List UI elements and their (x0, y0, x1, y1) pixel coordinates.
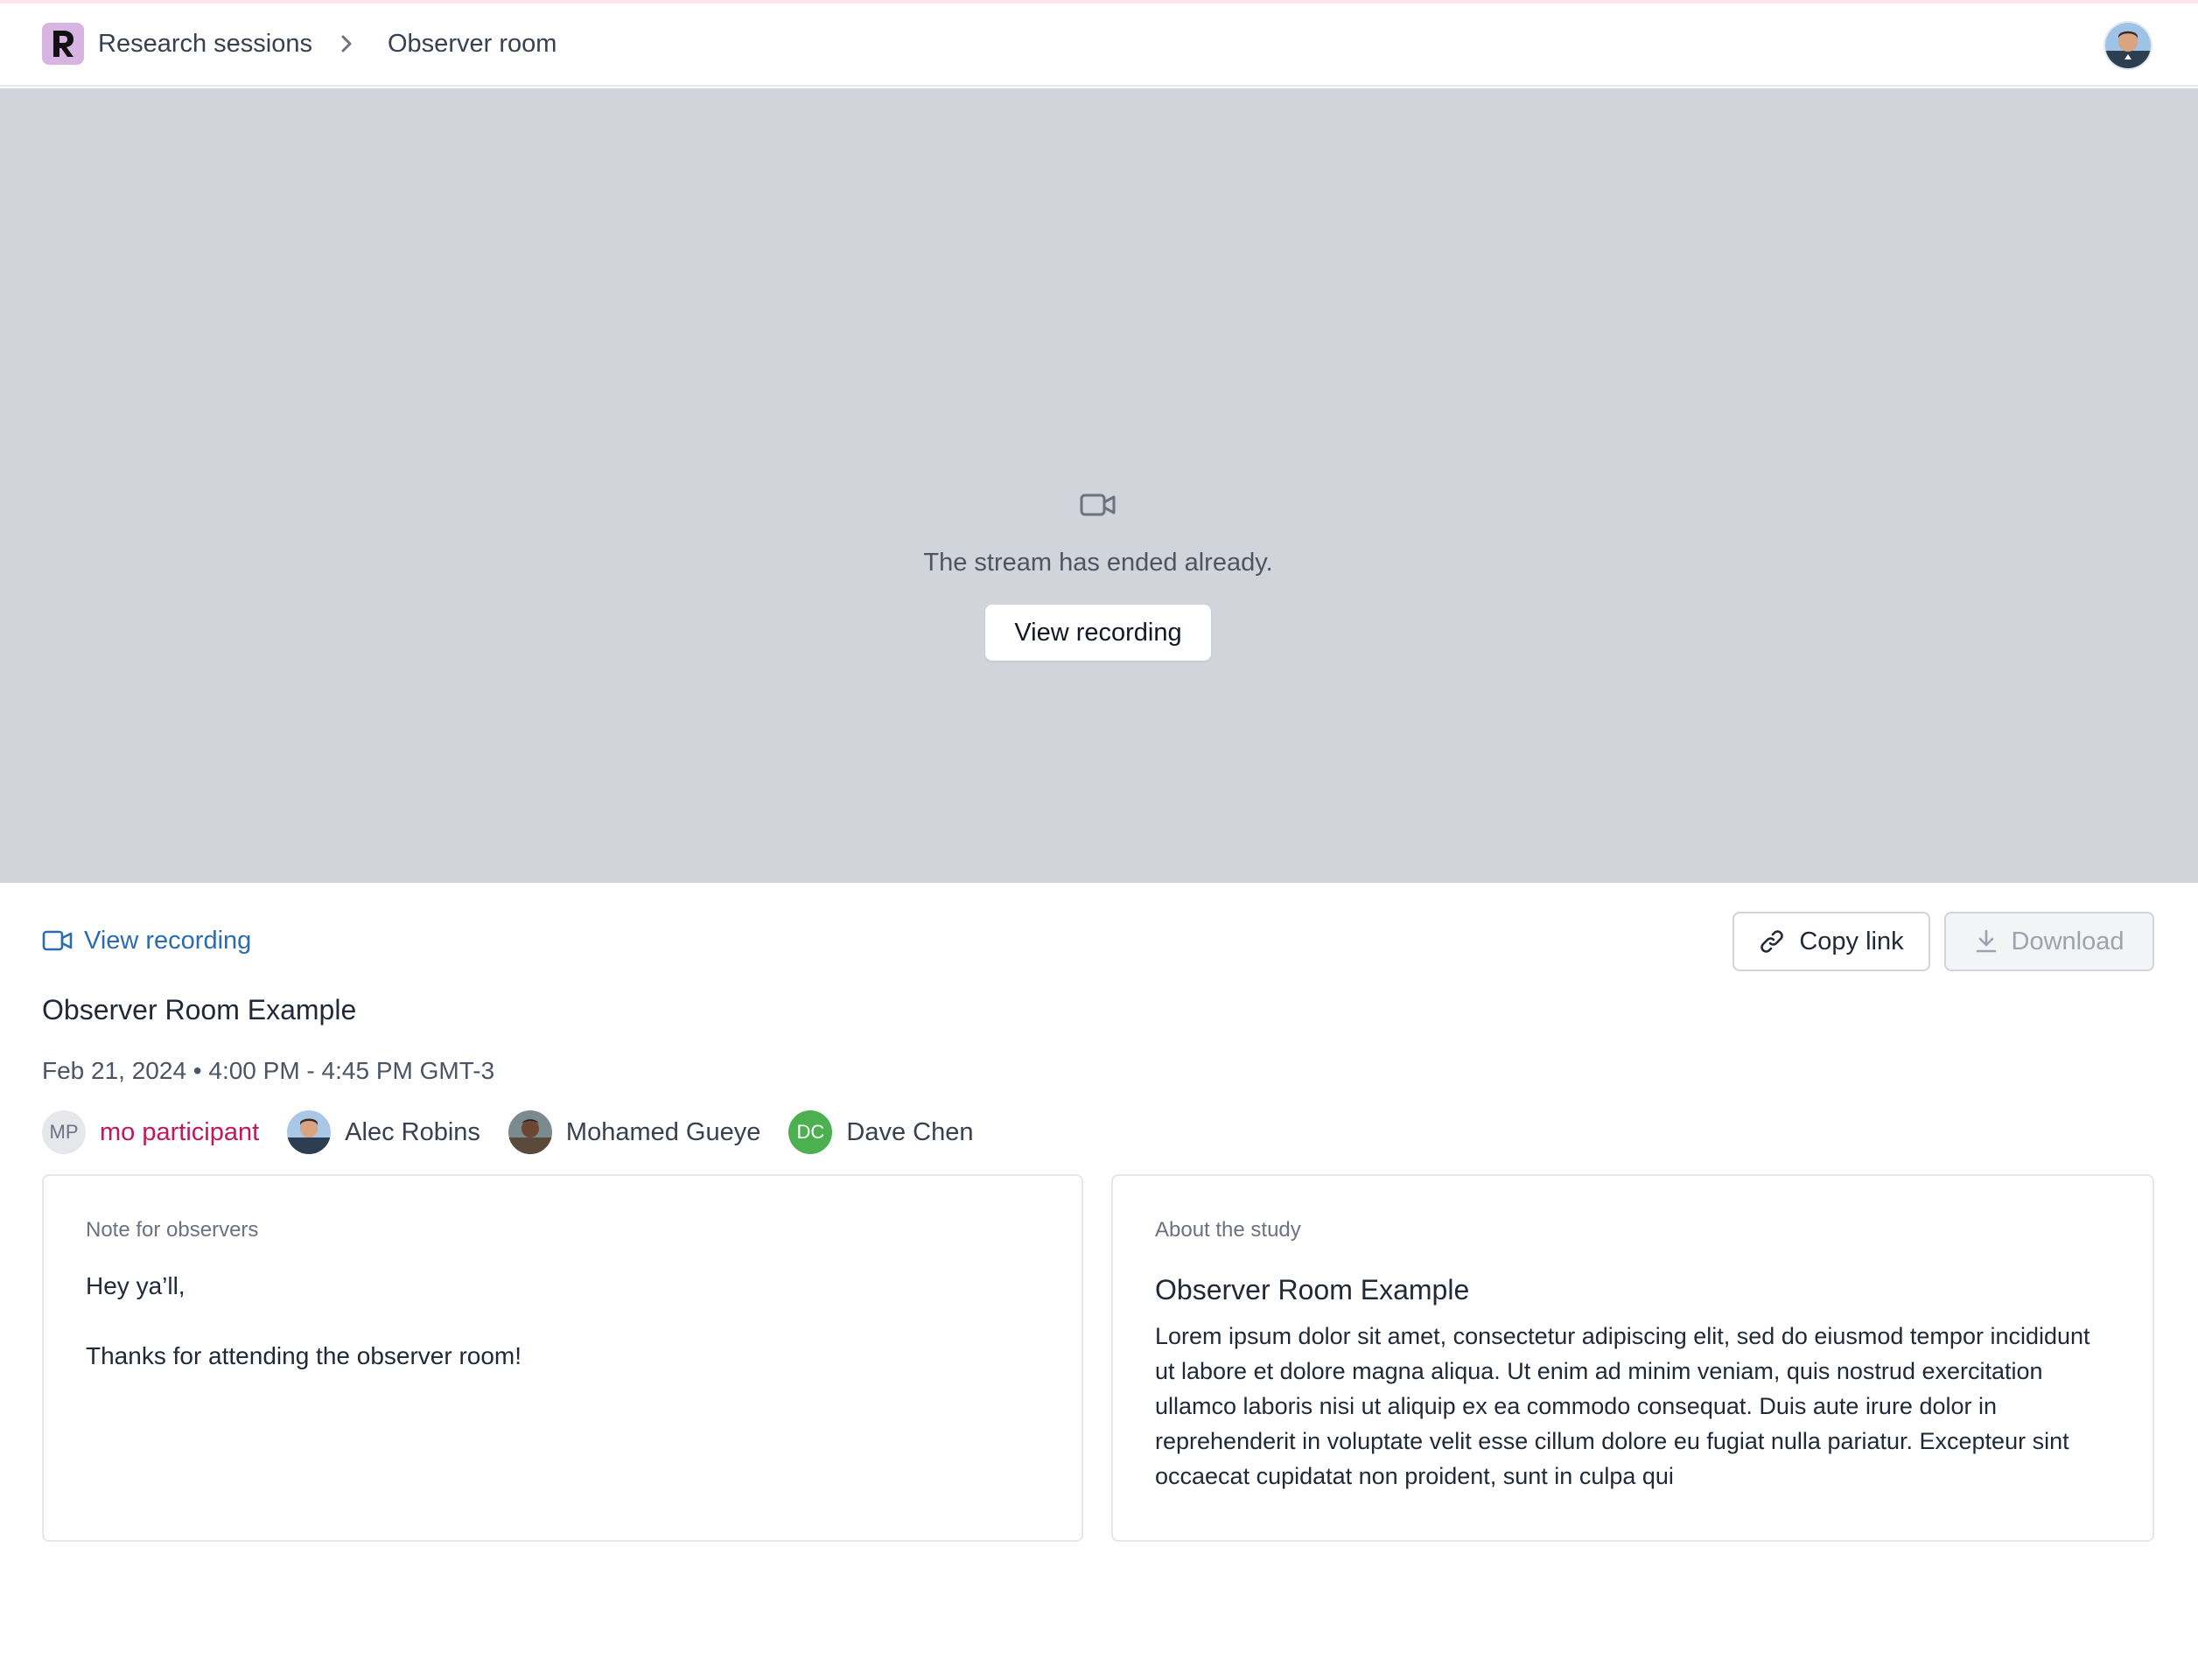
copy-link-button[interactable]: Copy link (1732, 912, 1930, 971)
download-button[interactable]: Download (1944, 912, 2154, 971)
avatar (508, 1110, 552, 1154)
participant-alec-robins[interactable]: Alec Robins (287, 1110, 480, 1154)
participant-name: Alec Robins (345, 1117, 480, 1146)
breadcrumb: Research sessions Observer room (98, 23, 556, 65)
participant-mo[interactable]: MP mo participant (42, 1110, 259, 1154)
participants-list: MP mo participant Alec Robins Mohamed Gu… (42, 1110, 1001, 1155)
session-title: Observer Room Example (42, 994, 357, 1026)
observer-room-page: Research sessions Observer room The stre… (0, 0, 2198, 1680)
note-for-observers-card: Note for observers Hey ya’ll, Thanks for… (42, 1174, 1083, 1542)
video-camera-icon (42, 930, 73, 951)
participant-name: mo participant (100, 1117, 260, 1146)
participant-dave-chen[interactable]: DC Dave Chen (788, 1110, 973, 1154)
chevron-right-icon (333, 31, 360, 57)
stream-ended-message: The stream has ended already. (923, 549, 1273, 577)
study-title: Observer Room Example (1155, 1274, 1470, 1306)
card-label: Note for observers (86, 1218, 259, 1242)
avatar: MP (42, 1110, 86, 1154)
study-description: Lorem ipsum dolor sit amet, consectetur … (1155, 1323, 2090, 1489)
view-recording-button[interactable]: View recording (985, 605, 1211, 661)
card-label: About the study (1155, 1218, 1301, 1242)
avatar: DC (788, 1110, 833, 1154)
breadcrumb-observer-room: Observer room (388, 29, 557, 58)
link-icon (1760, 930, 1784, 953)
view-recording-link[interactable]: View recording (42, 920, 251, 961)
top-header: Research sessions Observer room (0, 4, 2198, 87)
download-icon (1976, 929, 1996, 953)
avatar (287, 1110, 332, 1154)
note-line: Thanks for attending the observer room! (86, 1342, 522, 1369)
stream-area: The stream has ended already. View recor… (0, 88, 2198, 883)
participant-name: Dave Chen (846, 1117, 974, 1146)
breadcrumb-research-sessions[interactable]: Research sessions (98, 30, 312, 59)
view-recording-link-label: View recording (84, 926, 252, 955)
participant-mohamed-gueye[interactable]: Mohamed Gueye (508, 1110, 760, 1154)
video-camera-icon (1080, 494, 1116, 516)
session-datetime: Feb 21, 2024 • 4:00 PM - 4:45 PM GMT-3 (42, 1057, 495, 1084)
note-line: Hey ya’ll, (86, 1272, 186, 1299)
app-logo[interactable] (42, 23, 84, 65)
logo-r-icon (53, 31, 74, 57)
copy-link-label: Copy link (1799, 927, 1904, 956)
about-study-card: About the study Observer Room Example Lo… (1111, 1174, 2154, 1542)
download-label: Download (2011, 927, 2124, 956)
user-avatar[interactable] (2104, 21, 2152, 70)
participant-name: Mohamed Gueye (565, 1117, 761, 1146)
